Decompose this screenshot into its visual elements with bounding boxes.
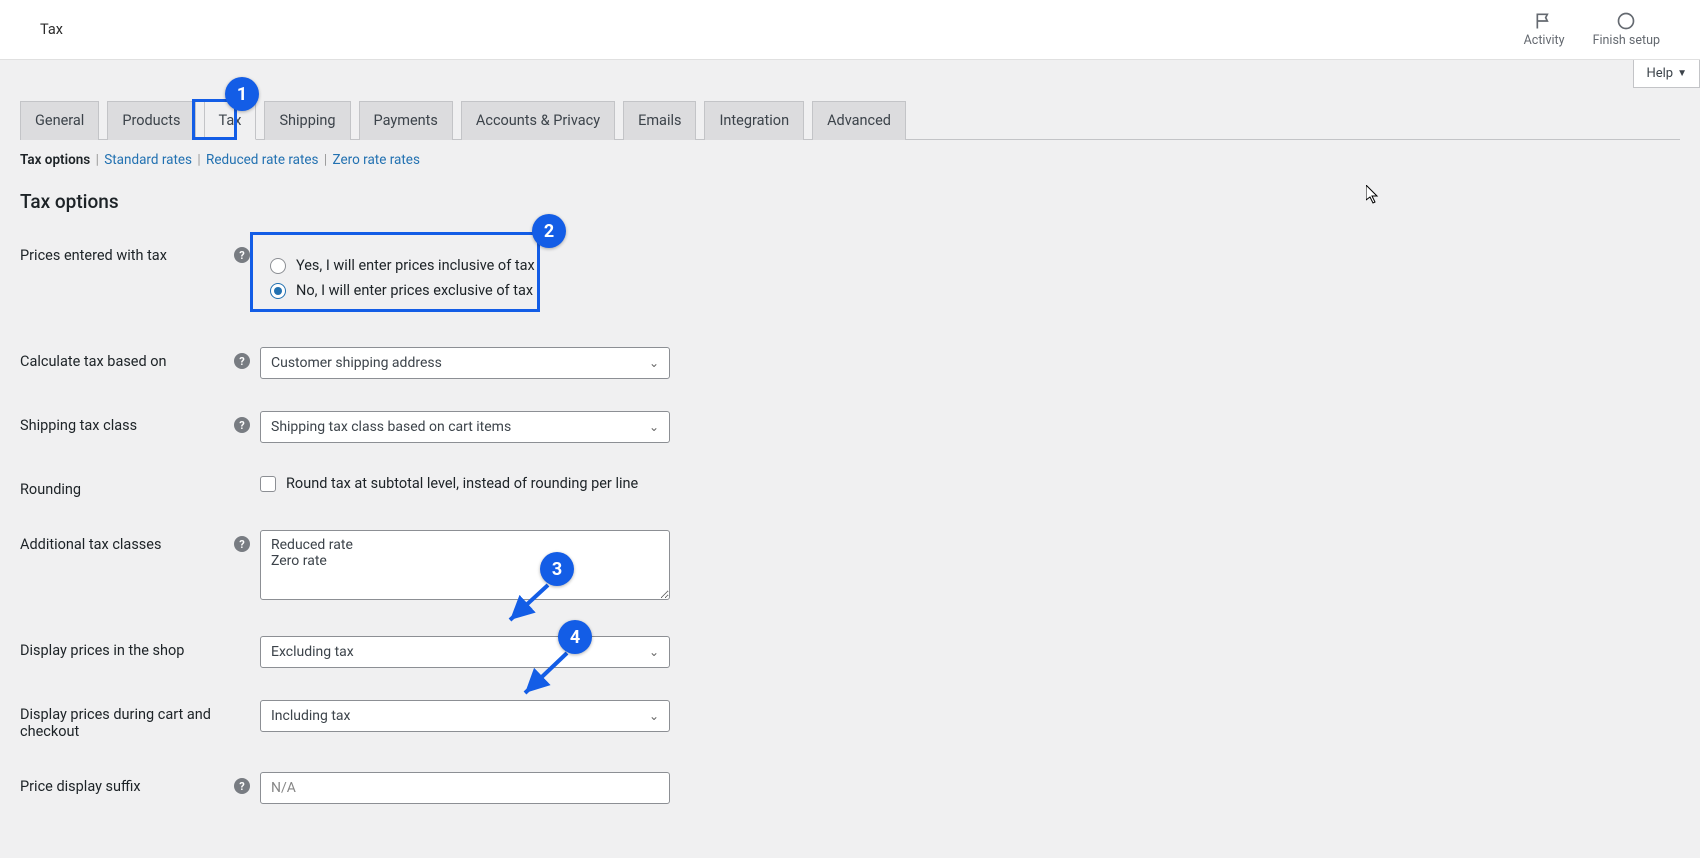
- select-calc-based-on-value: Customer shipping address: [271, 355, 442, 371]
- radio-exclusive[interactable]: [270, 283, 286, 299]
- input-price-suffix[interactable]: [260, 772, 670, 804]
- label-price-suffix: Price display suffix: [20, 778, 141, 795]
- activity-label: Activity: [1524, 33, 1565, 48]
- settings-tabs: General Products Tax Shipping Payments A…: [20, 100, 1680, 140]
- select-calc-based-on[interactable]: Customer shipping address ⌄: [260, 347, 670, 379]
- help-tip-icon[interactable]: ?: [234, 247, 250, 263]
- select-shipping-tax-class-value: Shipping tax class based on cart items: [271, 419, 511, 435]
- subtab-reduced-rates[interactable]: Reduced rate rates: [206, 152, 319, 168]
- subtab-standard-rates[interactable]: Standard rates: [104, 152, 192, 168]
- select-display-shop-value: Excluding tax: [271, 644, 354, 660]
- sub-tabs: Tax options | Standard rates | Reduced r…: [20, 152, 1680, 168]
- chevron-down-icon: ⌄: [649, 356, 659, 370]
- help-tip-icon[interactable]: ?: [234, 353, 250, 369]
- help-tip-icon[interactable]: ?: [234, 778, 250, 794]
- subtab-tax-options[interactable]: Tax options: [20, 152, 90, 168]
- annotation-arrow-3: [500, 580, 560, 630]
- tab-integration[interactable]: Integration: [704, 101, 804, 140]
- annotation-badge-1: 1: [225, 77, 259, 111]
- select-display-shop[interactable]: Excluding tax ⌄: [260, 636, 670, 668]
- annotation-badge-2: 2: [532, 214, 566, 248]
- label-prices-with-tax: Prices entered with tax: [20, 247, 167, 264]
- top-bar: Tax Activity Finish setup: [0, 0, 1700, 60]
- radio-inclusive[interactable]: [270, 258, 286, 274]
- radio-inclusive-label: Yes, I will enter prices inclusive of ta…: [296, 257, 535, 274]
- finish-setup-button[interactable]: Finish setup: [1593, 11, 1660, 48]
- flag-icon: [1534, 11, 1554, 31]
- checkbox-rounding[interactable]: [260, 476, 276, 492]
- circle-icon: [1616, 11, 1636, 31]
- chevron-down-icon: ⌄: [649, 645, 659, 659]
- textarea-additional-classes[interactable]: [260, 530, 670, 600]
- annotation-badge-3: 3: [540, 552, 574, 586]
- cursor-icon: [1366, 185, 1382, 205]
- tab-products[interactable]: Products: [107, 101, 195, 140]
- tab-payments[interactable]: Payments: [359, 101, 453, 140]
- annotation-arrow-4: [515, 648, 580, 703]
- finish-setup-label: Finish setup: [1593, 33, 1660, 48]
- prices-with-tax-radio-group: Yes, I will enter prices inclusive of ta…: [260, 241, 551, 315]
- caret-down-icon: ▼: [1677, 68, 1687, 79]
- help-dropdown[interactable]: Help ▼: [1633, 60, 1700, 88]
- annotation-badge-4: 4: [558, 620, 592, 654]
- chevron-down-icon: ⌄: [649, 709, 659, 723]
- label-rounding: Rounding: [20, 481, 81, 498]
- label-additional-classes: Additional tax classes: [20, 536, 161, 553]
- activity-button[interactable]: Activity: [1524, 11, 1565, 48]
- radio-exclusive-label: No, I will enter prices exclusive of tax: [296, 282, 533, 299]
- label-display-cart: Display prices during cart and checkout: [20, 706, 215, 740]
- tab-emails[interactable]: Emails: [623, 101, 696, 140]
- label-calc-based-on: Calculate tax based on: [20, 353, 167, 370]
- subtab-zero-rates[interactable]: Zero rate rates: [333, 152, 420, 168]
- chevron-down-icon: ⌄: [649, 420, 659, 434]
- help-label: Help: [1646, 66, 1673, 81]
- checkbox-rounding-label: Round tax at subtotal level, instead of …: [286, 475, 638, 492]
- help-tip-icon[interactable]: ?: [234, 536, 250, 552]
- tab-advanced[interactable]: Advanced: [812, 101, 906, 140]
- select-shipping-tax-class[interactable]: Shipping tax class based on cart items ⌄: [260, 411, 670, 443]
- tab-accounts-privacy[interactable]: Accounts & Privacy: [461, 101, 615, 140]
- tab-general[interactable]: General: [20, 101, 99, 140]
- tab-shipping[interactable]: Shipping: [264, 101, 350, 140]
- help-tip-icon[interactable]: ?: [234, 417, 250, 433]
- label-display-shop: Display prices in the shop: [20, 642, 184, 659]
- section-heading: Tax options: [20, 190, 1680, 213]
- page-title: Tax: [40, 21, 63, 38]
- label-shipping-tax-class: Shipping tax class: [20, 417, 137, 434]
- select-display-cart-value: Including tax: [271, 708, 351, 724]
- select-display-cart[interactable]: Including tax ⌄: [260, 700, 670, 732]
